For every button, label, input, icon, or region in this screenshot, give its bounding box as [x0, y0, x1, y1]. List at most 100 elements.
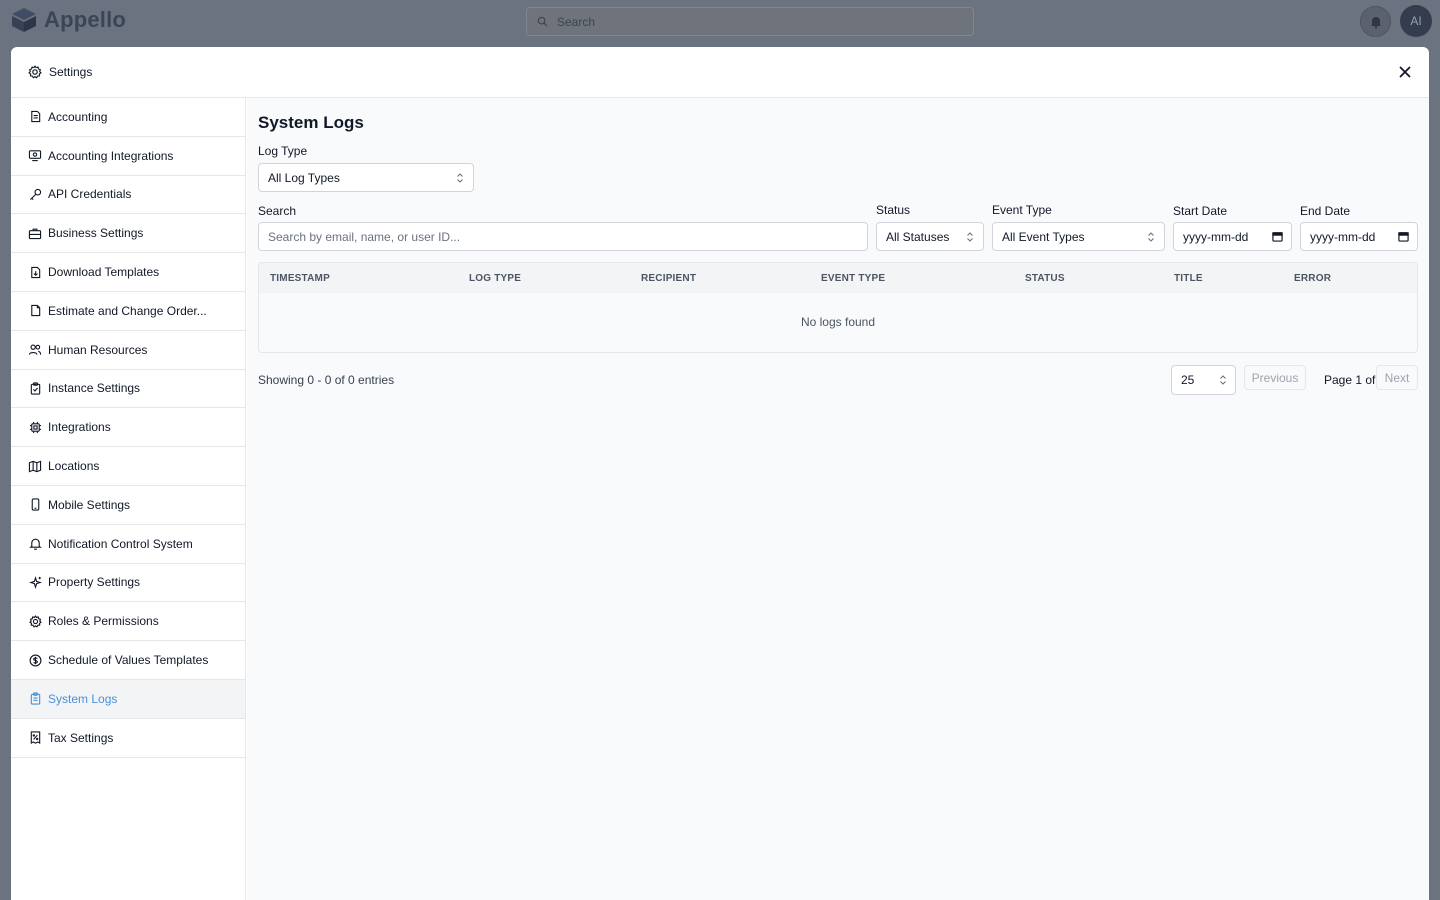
sidebar-item-system-logs[interactable]: System Logs — [11, 679, 245, 719]
global-search-input[interactable]: Search — [526, 7, 974, 36]
status-label: Status — [876, 203, 911, 217]
sidebar-item-instance-settings[interactable]: Instance Settings — [11, 370, 245, 409]
sidebar-item-label: API Credentials — [48, 187, 132, 202]
column-header-status[interactable]: STATUS — [1025, 273, 1065, 284]
sidebar-item-label: Human Resources — [48, 342, 148, 357]
close-modal-button[interactable] — [1397, 64, 1413, 80]
modal-title: Settings — [49, 65, 93, 79]
table-header: TIMESTAMP LOG TYPE RECIPIENT EVENT TYPE … — [259, 263, 1417, 293]
end-date-label: End Date — [1300, 204, 1351, 218]
start-date-input[interactable]: yyyy-mm-dd — [1173, 222, 1292, 251]
sidebar-item-mobile-settings[interactable]: Mobile Settings — [11, 486, 245, 525]
log-type-select[interactable]: All Log Types — [258, 163, 474, 192]
start-date-label: Start Date — [1173, 204, 1228, 218]
entries-count: Showing 0 - 0 of 0 entries — [258, 373, 395, 387]
monitor-dollar-icon — [28, 150, 42, 162]
log-search-placeholder: Search by email, name, or user ID... — [268, 229, 461, 244]
sidebar-item-label: Download Templates — [48, 265, 160, 280]
clipboard-list-icon — [30, 692, 40, 705]
sidebar-item-label: Property Settings — [48, 575, 141, 590]
system-logs-panel: System Logs Log Type All Log Types Searc… — [247, 98, 1429, 900]
modal-header: Settings — [11, 47, 1429, 98]
sidebar-item-label: Mobile Settings — [48, 497, 131, 512]
sidebar-item-accounting[interactable]: Accounting — [11, 98, 245, 137]
sidebar-item-business-settings[interactable]: Business Settings — [11, 214, 245, 254]
appello-logo-icon — [12, 8, 36, 32]
cpu-icon — [29, 421, 41, 433]
key-icon — [29, 188, 41, 200]
app-name: Appello — [44, 7, 127, 32]
notifications-button[interactable] — [1360, 6, 1391, 37]
next-page-button[interactable]: Next — [1376, 365, 1418, 390]
file-icon — [30, 305, 40, 317]
close-icon — [1399, 66, 1411, 78]
page-title: System Logs — [258, 113, 364, 132]
clipboard-check-icon — [30, 382, 40, 395]
page-size-value: 25 — [1181, 373, 1195, 387]
sidebar-item-label: Accounting — [48, 109, 108, 124]
empty-state-message: No logs found — [800, 315, 876, 329]
end-date-input[interactable]: yyyy-mm-dd — [1300, 222, 1418, 251]
sidebar-item-label: Instance Settings — [48, 381, 141, 396]
sidebar-item-label: Accounting Integrations — [48, 148, 174, 163]
sidebar-item-tax-settings[interactable]: Tax Settings — [11, 719, 245, 758]
sparkles-icon — [28, 575, 42, 589]
global-search-placeholder: Search — [557, 14, 596, 29]
column-header-log-type[interactable]: LOG TYPE — [469, 273, 521, 284]
top-app-bar: Appello Search AI — [0, 0, 1440, 47]
sidebar-item-human-resources[interactable]: Human Resources — [11, 331, 245, 370]
app-logo[interactable]: Appello — [10, 6, 126, 34]
sidebar-item-label: System Logs — [48, 691, 118, 706]
logs-table: TIMESTAMP LOG TYPE RECIPIENT EVENT TYPE … — [258, 262, 1418, 353]
search-label: Search — [258, 204, 297, 218]
status-value: All Statuses — [886, 229, 950, 244]
sidebar-item-api-credentials[interactable]: API Credentials — [11, 176, 245, 215]
previous-page-button[interactable]: Previous — [1244, 365, 1306, 390]
log-search-input[interactable]: Search by email, name, or user ID... — [258, 222, 868, 251]
chevron-up-down-icon — [1220, 375, 1226, 385]
column-header-title[interactable]: TITLE — [1174, 273, 1203, 284]
column-header-timestamp[interactable]: TIMESTAMP — [270, 273, 330, 284]
receipt-percent-icon — [30, 731, 40, 745]
end-date-value: yyyy-mm-dd — [1310, 229, 1376, 244]
user-avatar[interactable]: AI — [1400, 5, 1432, 37]
sidebar-item-estimate-change-order[interactable]: Estimate and Change Order... — [11, 292, 245, 331]
sidebar-item-label: Locations — [48, 459, 100, 474]
sidebar-item-label: Roles & Permissions — [48, 614, 159, 629]
sidebar-item-property-settings[interactable]: Property Settings — [11, 564, 245, 603]
users-icon — [28, 344, 42, 355]
receipt-icon — [30, 111, 40, 123]
chevron-up-down-icon — [967, 232, 973, 242]
sidebar-item-label: Tax Settings — [48, 730, 114, 745]
dollar-circle-icon — [29, 654, 41, 666]
start-date-value: yyyy-mm-dd — [1183, 229, 1249, 244]
sidebar-item-schedule-of-values-templates[interactable]: Schedule of Values Templates — [11, 641, 245, 680]
bell-icon — [1370, 16, 1381, 28]
sidebar-item-accounting-integrations[interactable]: Accounting Integrations — [11, 137, 245, 176]
sidebar-item-integrations[interactable]: Integrations — [11, 408, 245, 448]
sidebar-item-label: Estimate and Change Order... — [48, 303, 207, 318]
event-type-value: All Event Types — [1002, 229, 1085, 244]
smartphone-icon — [31, 498, 39, 511]
settings-modal: Settings Accounting Accounting Integrati… — [11, 47, 1429, 900]
column-header-recipient[interactable]: RECIPIENT — [641, 273, 696, 284]
sidebar-item-label: Notification Control System — [48, 536, 193, 551]
event-type-select[interactable]: All Event Types — [992, 222, 1165, 251]
settings-sidebar: Accounting Accounting Integrations API C… — [11, 98, 246, 900]
briefcase-icon — [28, 228, 42, 239]
file-download-icon — [30, 266, 40, 278]
bell-icon — [28, 538, 42, 551]
sidebar-item-notification-control-system[interactable]: Notification Control System — [11, 525, 245, 564]
map-icon — [28, 460, 42, 472]
column-header-error[interactable]: ERROR — [1294, 273, 1331, 284]
chevron-up-down-icon — [457, 173, 463, 183]
sidebar-item-locations[interactable]: Locations — [11, 447, 245, 486]
sidebar-item-label: Integrations — [48, 420, 111, 435]
calendar-icon[interactable] — [1398, 231, 1409, 242]
sidebar-item-download-templates[interactable]: Download Templates — [11, 253, 245, 292]
sidebar-item-roles-permissions[interactable]: Roles & Permissions — [11, 602, 245, 642]
page-size-select[interactable]: 25 — [1171, 365, 1236, 395]
status-select[interactable]: All Statuses — [876, 222, 984, 251]
calendar-icon[interactable] — [1272, 231, 1283, 242]
column-header-event-type[interactable]: EVENT TYPE — [821, 273, 885, 284]
